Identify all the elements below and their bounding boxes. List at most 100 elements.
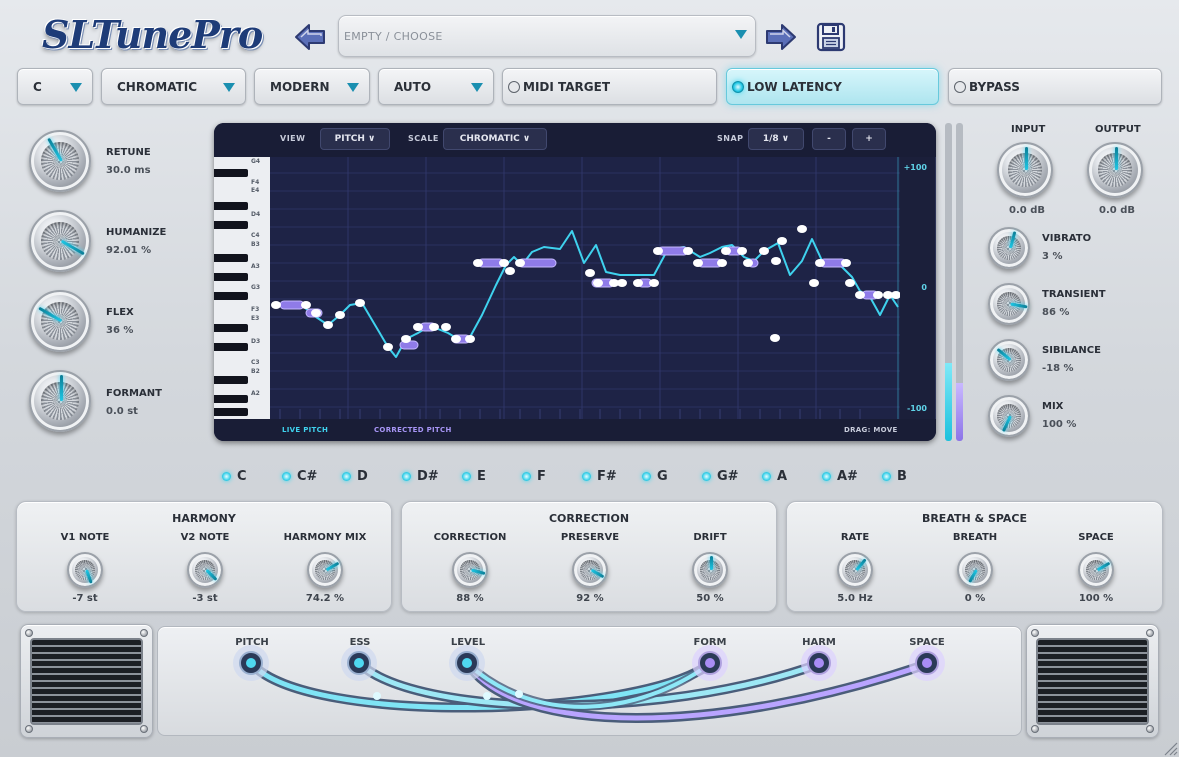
- black-key[interactable]: [214, 292, 248, 300]
- retune-knob[interactable]: [29, 130, 91, 192]
- chevron-down-icon: [471, 83, 483, 92]
- preserve-label: PRESERVE: [560, 532, 620, 543]
- space-value: 100 %: [1078, 593, 1114, 604]
- formant-knob[interactable]: [29, 370, 91, 432]
- v2-note-knob[interactable]: [187, 552, 223, 588]
- black-key[interactable]: [214, 376, 248, 384]
- next-preset-button[interactable]: [763, 20, 799, 54]
- note-toggle-f-sharp[interactable]: F#: [582, 467, 617, 485]
- pitch-grid[interactable]: [270, 157, 900, 419]
- scale-value: CHROMATIC: [117, 79, 198, 94]
- transient-label: TRANSIENT: [1042, 289, 1106, 300]
- note-toggle-b[interactable]: B: [882, 467, 907, 485]
- drift-knob[interactable]: [692, 552, 728, 588]
- zoom-in-button[interactable]: +: [852, 128, 886, 150]
- auto-dropdown[interactable]: AUTO: [378, 68, 494, 105]
- note-name: E: [477, 468, 486, 484]
- jack-pitch[interactable]: [231, 643, 271, 683]
- black-key[interactable]: [214, 324, 248, 332]
- screw-icon: [25, 629, 33, 637]
- transient-knob[interactable]: [988, 283, 1030, 325]
- space-knob[interactable]: [1078, 552, 1114, 588]
- harmony-mix-knob[interactable]: [307, 552, 343, 588]
- resize-grip-icon[interactable]: [1162, 740, 1178, 756]
- mix-knob[interactable]: [988, 395, 1030, 437]
- black-key[interactable]: [214, 408, 248, 416]
- correction-label: CORRECTION: [433, 532, 507, 543]
- breath-space-panel: BREATH & SPACE RATE 5.0 Hz BREATH 0 % SP…: [786, 501, 1163, 612]
- vibrato-knob[interactable]: [988, 227, 1030, 269]
- space-label: SPACE: [1078, 532, 1114, 543]
- note-toggle-a-sharp[interactable]: A#: [822, 467, 858, 485]
- retune-value: 30.0 ms: [106, 165, 151, 176]
- correction-value: 88 %: [456, 593, 484, 604]
- black-key[interactable]: [214, 221, 248, 229]
- midi-target-toggle[interactable]: MIDI TARGET: [502, 68, 717, 105]
- output-gain-knob[interactable]: [1087, 142, 1143, 198]
- sibilance-knob[interactable]: [988, 339, 1030, 381]
- black-key[interactable]: [214, 343, 248, 351]
- pitch-editor[interactable]: VIEW PITCH ∨ SCALE CHROMATIC ∨ SNAP 1/8 …: [214, 123, 936, 441]
- jack-harm[interactable]: [799, 643, 839, 683]
- mode-dropdown[interactable]: MODERN: [254, 68, 370, 105]
- jack-form[interactable]: [690, 643, 730, 683]
- knob-indicator: [471, 568, 486, 576]
- note-toggle-c[interactable]: C: [222, 467, 247, 485]
- key-dropdown[interactable]: C: [17, 68, 93, 105]
- humanize-knob[interactable]: [29, 210, 91, 272]
- editor-toolbar: VIEW PITCH ∨ SCALE CHROMATIC ∨ SNAP 1/8 …: [214, 123, 936, 157]
- editor-footer: LIVE PITCH CORRECTED PITCH DRAG: MOVE: [214, 419, 936, 441]
- black-key[interactable]: [214, 202, 248, 210]
- piano-keyboard[interactable]: G4 F4 E4 D4 C4 B3 A3 G3 F3 E3 D3 C3 B2 A…: [214, 157, 270, 419]
- jack-ess[interactable]: [339, 643, 379, 683]
- note-toggle-g-sharp[interactable]: G#: [702, 467, 739, 485]
- rate-knob[interactable]: [837, 552, 873, 588]
- breath-label: BREATH: [952, 532, 998, 543]
- input-gain-knob[interactable]: [997, 142, 1053, 198]
- note-toggle-a[interactable]: A: [762, 467, 787, 485]
- editor-scale-dropdown[interactable]: CHROMATIC ∨: [443, 128, 547, 150]
- zoom-out-label: -: [827, 134, 831, 144]
- view-dropdown[interactable]: PITCH ∨: [320, 128, 390, 150]
- drift-label: DRIFT: [693, 532, 727, 543]
- black-key[interactable]: [214, 273, 248, 281]
- preset-selector[interactable]: EMPTY / CHOOSE: [338, 15, 756, 57]
- flex-value: 36 %: [106, 325, 134, 336]
- black-key[interactable]: [214, 169, 248, 177]
- knob-indicator: [968, 569, 978, 583]
- note-toggle-c-sharp[interactable]: C#: [282, 467, 317, 485]
- flex-knob[interactable]: [29, 290, 91, 352]
- note-toggle-e[interactable]: E: [462, 467, 486, 485]
- scale-dropdown[interactable]: CHROMATIC: [101, 68, 246, 105]
- led-indicator: [222, 471, 231, 481]
- note-toggle-d-sharp[interactable]: D#: [402, 467, 439, 485]
- snap-dropdown[interactable]: 1/8 ∨: [748, 128, 804, 150]
- left-vent: [20, 624, 153, 738]
- scale-top: +100: [903, 163, 927, 172]
- chevron-down-icon: [735, 30, 747, 39]
- jack-level[interactable]: [447, 643, 487, 683]
- transient-value: 86 %: [1042, 307, 1070, 318]
- note-toggle-g[interactable]: G: [642, 467, 668, 485]
- note-name: F#: [597, 468, 617, 484]
- black-key[interactable]: [214, 254, 248, 262]
- sibilance-value: -18 %: [1042, 363, 1074, 374]
- save-preset-button[interactable]: [813, 20, 849, 54]
- arrow-left-icon: [295, 24, 325, 50]
- note-toggle-f[interactable]: F: [522, 467, 546, 485]
- v1-note-knob[interactable]: [67, 552, 103, 588]
- breath-knob[interactable]: [957, 552, 993, 588]
- black-key[interactable]: [214, 395, 248, 403]
- preserve-knob[interactable]: [572, 552, 608, 588]
- mode-value: MODERN: [270, 79, 330, 94]
- jack-space[interactable]: [907, 643, 947, 683]
- low-latency-toggle[interactable]: LOW LATENCY: [726, 68, 939, 105]
- bypass-toggle[interactable]: BYPASS: [948, 68, 1162, 105]
- previous-preset-button[interactable]: [292, 20, 328, 54]
- meter-fill: [956, 383, 963, 441]
- correction-panel: CORRECTION CORRECTION 88 % PRESERVE 92 %…: [401, 501, 777, 612]
- app-logo: SLTunePro: [42, 12, 263, 57]
- correction-knob[interactable]: [452, 552, 488, 588]
- zoom-out-button[interactable]: -: [812, 128, 846, 150]
- note-toggle-d[interactable]: D: [342, 467, 368, 485]
